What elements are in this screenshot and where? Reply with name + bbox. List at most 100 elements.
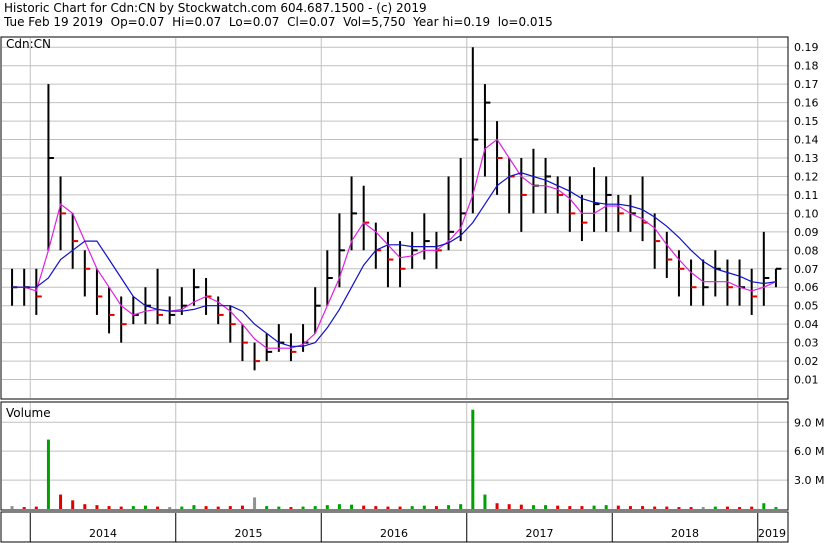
volume-bar — [580, 506, 584, 509]
volume-bar — [531, 505, 535, 509]
volume-bar — [301, 506, 305, 509]
volume-bar — [362, 505, 366, 509]
x-tick-label: 2016 — [380, 527, 408, 540]
price-tick-label: 0.17 — [794, 78, 819, 91]
price-gridlines — [2, 38, 788, 509]
price-tick-label: 0.04 — [794, 318, 819, 331]
volume-bar — [265, 506, 269, 509]
price-tick-label: 0.10 — [794, 207, 819, 220]
price-tick-label: 0.05 — [794, 300, 819, 313]
volume-bar — [616, 505, 620, 509]
price-tick-label: 0.01 — [794, 374, 819, 387]
volume-bar — [156, 506, 160, 509]
volume-bar — [701, 507, 705, 509]
moving-average-fast-line — [12, 138, 777, 349]
volume-bar — [556, 505, 560, 509]
price-tick-label: 0.09 — [794, 226, 819, 239]
volume-bar — [386, 506, 390, 509]
price-tick-label: 0.08 — [794, 244, 819, 257]
volume-bar — [677, 507, 681, 509]
volume-bar — [398, 506, 402, 509]
price-tick-label: 0.03 — [794, 337, 819, 350]
volume-bar — [168, 507, 172, 509]
x-tick-label: 2018 — [671, 527, 699, 540]
volume-bar — [762, 503, 766, 509]
volume-bar — [434, 506, 438, 509]
volume-bar — [350, 504, 354, 509]
volume-bar — [604, 505, 608, 509]
volume-bar — [628, 506, 632, 509]
price-tick-label: 0.12 — [794, 170, 819, 183]
volume-tick-label: 9.0 M — [794, 416, 824, 429]
volume-bar — [519, 504, 523, 509]
price-series — [11, 47, 782, 371]
volume-bar — [495, 503, 499, 509]
price-tick-label: 0.16 — [794, 97, 819, 110]
volume-bar — [337, 504, 341, 509]
volume-bar — [131, 506, 135, 509]
volume-gridlines — [2, 421, 788, 481]
volume-bar — [22, 507, 26, 509]
volume-bar — [738, 507, 742, 509]
x-tick-label: 2015 — [235, 527, 263, 540]
volume-bar — [46, 439, 50, 509]
price-tick-label: 0.07 — [794, 263, 819, 276]
volume-bar — [107, 506, 111, 509]
volume-series — [10, 409, 778, 509]
volume-tick-label: 6.0 M — [794, 445, 824, 458]
volume-bar — [95, 505, 99, 509]
price-tick-label: 0.15 — [794, 115, 819, 128]
price-panel-frame — [0, 36, 789, 400]
price-tick-label: 0.06 — [794, 281, 819, 294]
volume-bar — [689, 507, 693, 509]
volume-bar — [507, 504, 511, 509]
volume-bar — [192, 505, 196, 509]
x-tick-label: 2017 — [526, 527, 554, 540]
price-tick-label: 0.13 — [794, 152, 819, 165]
volume-bar — [641, 506, 645, 509]
volume-bar — [325, 505, 329, 509]
price-tick-label: 0.02 — [794, 355, 819, 368]
volume-bar — [289, 507, 293, 509]
volume-bar — [483, 494, 487, 509]
volume-bar — [665, 506, 669, 509]
volume-bar — [71, 500, 75, 509]
volume-bar — [119, 506, 123, 509]
volume-tick-label: 3.0 M — [794, 474, 824, 487]
volume-bar — [592, 505, 596, 509]
volume-bar — [447, 505, 451, 509]
volume-bar — [216, 506, 220, 509]
volume-bar — [374, 506, 378, 509]
volume-bar — [713, 506, 717, 509]
volume-bar — [277, 506, 281, 509]
volume-bar — [313, 506, 317, 509]
volume-bar — [228, 506, 232, 509]
chart-canvas: Cdn:CN Volume 0.190.180.170.160.150.140.… — [0, 36, 824, 543]
moving-average-slow-line — [12, 172, 776, 347]
volume-panel-label: Volume — [6, 406, 51, 420]
volume-bar — [471, 409, 475, 509]
volume-bar — [253, 497, 257, 509]
price-tick-label: 0.19 — [794, 41, 819, 54]
volume-bar — [422, 505, 426, 509]
volume-bar — [544, 505, 548, 509]
price-tick-label: 0.14 — [794, 134, 819, 147]
volume-bar — [143, 505, 147, 509]
price-tick-label: 0.18 — [794, 60, 819, 73]
volume-bar — [34, 506, 38, 509]
price-tick-label: 0.11 — [794, 189, 819, 202]
x-tick-label: 2014 — [89, 527, 117, 540]
volume-bar — [204, 506, 208, 509]
volume-bar — [459, 504, 463, 509]
volume-bar — [750, 506, 754, 509]
volume-bar — [410, 506, 414, 509]
volume-bar — [83, 504, 87, 509]
volume-bar — [180, 506, 184, 509]
x-tick-label: 2019 — [758, 527, 786, 540]
volume-bar — [59, 494, 63, 509]
volume-bar — [10, 506, 14, 509]
volume-bar — [774, 507, 778, 509]
volume-bar — [568, 506, 572, 509]
volume-bar — [725, 506, 729, 509]
volume-bar — [240, 505, 244, 509]
